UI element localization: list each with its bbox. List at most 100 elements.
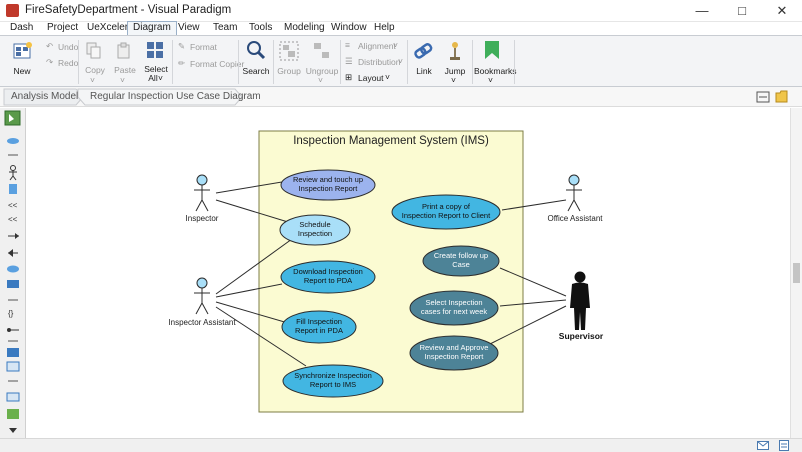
jump-icon bbox=[447, 41, 463, 64]
tab-modeling[interactable]: Modeling bbox=[284, 22, 325, 35]
use-case-synchronize-report[interactable]: Synchronize Inspection Report to IMS bbox=[282, 364, 384, 398]
actor-label: Inspector Assistant bbox=[168, 318, 236, 327]
tab-project[interactable]: Project bbox=[47, 22, 78, 35]
fit-diagram-icon[interactable] bbox=[756, 91, 770, 106]
svg-text:Synchronize Inspection: Synchronize Inspection bbox=[294, 371, 372, 380]
svg-text:Inspection Report: Inspection Report bbox=[299, 184, 359, 193]
svg-text:Create follow up: Create follow up bbox=[434, 251, 488, 260]
format-copier-button[interactable]: Format Copier bbox=[190, 59, 244, 69]
use-case-download-report[interactable]: Download Inspection Report to PDA bbox=[280, 260, 376, 294]
separator bbox=[340, 40, 341, 84]
tab-help[interactable]: Help bbox=[374, 22, 395, 35]
alignment-icon: ≡ bbox=[345, 40, 350, 50]
notes-icon[interactable] bbox=[779, 440, 790, 452]
distribution-icon: ☰ bbox=[345, 56, 353, 66]
alignment-button[interactable]: Alignment bbox=[358, 41, 396, 51]
actor-tool-icon[interactable] bbox=[9, 165, 17, 181]
actor-supervisor[interactable] bbox=[570, 271, 590, 331]
svg-text:Inspection: Inspection bbox=[298, 229, 332, 238]
use-case-select-cases[interactable]: Select Inspection cases for next week bbox=[409, 290, 499, 326]
tab-uexceler[interactable]: UeXceler bbox=[87, 22, 128, 35]
search-button[interactable]: Search bbox=[242, 66, 270, 76]
layout-button[interactable]: Layout bbox=[358, 73, 384, 83]
chevron-down-icon: ˅ bbox=[398, 56, 403, 66]
actor-inspector[interactable] bbox=[194, 174, 210, 212]
folder-icon[interactable] bbox=[775, 90, 789, 106]
minimize-button[interactable]: — bbox=[682, 0, 722, 22]
tab-team[interactable]: Team bbox=[213, 22, 237, 35]
chevron-down-icon: ˅ bbox=[90, 75, 95, 85]
svg-text:Report to PDA: Report to PDA bbox=[304, 276, 352, 285]
redo-button[interactable]: Redo bbox=[58, 58, 78, 68]
undo-button[interactable]: Undo bbox=[58, 42, 78, 52]
new-icon bbox=[13, 41, 33, 64]
distribution-button[interactable]: Distribution bbox=[358, 57, 401, 67]
tab-dash[interactable]: Dash bbox=[10, 22, 33, 35]
actor-inspector-assistant[interactable] bbox=[194, 277, 210, 315]
tab-window[interactable]: Window bbox=[331, 22, 367, 35]
svg-text:Print a copy of: Print a copy of bbox=[422, 202, 471, 211]
copy-button[interactable]: Copy bbox=[84, 65, 106, 75]
separator bbox=[273, 40, 274, 84]
tab-view[interactable]: View bbox=[178, 22, 200, 35]
use-case-review-approve[interactable]: Review and Approve Inspection Report bbox=[409, 335, 499, 371]
new-button[interactable]: New bbox=[10, 66, 34, 76]
use-case-schedule-inspection[interactable]: Schedule Inspection bbox=[279, 214, 351, 246]
business-use-case-tool-icon[interactable] bbox=[7, 265, 19, 273]
search-icon bbox=[246, 40, 266, 63]
image-tool-icon[interactable] bbox=[7, 409, 19, 419]
mail-icon[interactable] bbox=[757, 441, 769, 452]
tab-diagram[interactable]: Diagram bbox=[127, 21, 177, 36]
separator bbox=[238, 40, 239, 84]
format-button[interactable]: Format bbox=[190, 42, 217, 52]
ungroup-icon bbox=[312, 41, 332, 64]
include-tool-icon[interactable]: << bbox=[8, 201, 18, 210]
title-bar: FireSafetyDepartment - Visual Paradigm —… bbox=[0, 0, 802, 22]
breadcrumb-item-analysis-model[interactable]: Analysis Model bbox=[11, 91, 78, 102]
link-button[interactable]: Link bbox=[412, 66, 436, 76]
diagram-canvas[interactable]: Inspection Management System (IMS) Inspe… bbox=[26, 108, 790, 438]
boundary-tool-icon[interactable] bbox=[6, 361, 20, 372]
link-icon bbox=[414, 41, 434, 64]
menu-bar: Dash Project UeXceler Diagram View Team … bbox=[0, 21, 802, 36]
package-tool-icon[interactable] bbox=[7, 348, 19, 357]
breadcrumb-item-diagram[interactable]: Regular Inspection Use Case Diagram bbox=[90, 91, 261, 102]
scrollbar-thumb[interactable] bbox=[793, 263, 800, 283]
actor-office-assistant[interactable] bbox=[566, 174, 582, 212]
maximize-button[interactable]: □ bbox=[722, 0, 762, 22]
select-all-icon bbox=[146, 41, 164, 62]
chevron-down-icon: ˅ bbox=[385, 72, 390, 82]
actor-label: Supervisor bbox=[559, 331, 604, 341]
callout-tool-icon[interactable] bbox=[6, 392, 20, 402]
use-case-tool-icon[interactable] bbox=[7, 138, 19, 144]
chevron-down-icon: ˅ bbox=[488, 75, 493, 85]
tab-tools[interactable]: Tools bbox=[249, 22, 272, 35]
constraint-tool-icon[interactable]: {} bbox=[8, 309, 14, 318]
ribbon-toolbar: New ↶ Undo ↷ Redo Copy ˅ Paste ˅ Select … bbox=[0, 35, 802, 87]
separator bbox=[407, 40, 408, 84]
note-tool-icon[interactable] bbox=[9, 184, 17, 194]
separator bbox=[514, 40, 515, 84]
format-icon: ✎ bbox=[178, 41, 186, 51]
group-button[interactable]: Group bbox=[275, 66, 303, 76]
actor-label: Office Assistant bbox=[548, 214, 604, 223]
svg-text:Review and touch up: Review and touch up bbox=[293, 175, 363, 184]
use-case-fill-report[interactable]: Fill Inspection Report in PDA bbox=[281, 310, 357, 344]
extend-tool-icon[interactable]: << bbox=[8, 215, 18, 224]
chevron-down-icon: ˅ bbox=[120, 75, 125, 85]
use-case-review-touch-up[interactable]: Review and touch up Inspection Report bbox=[280, 169, 376, 201]
undo-icon: ↶ bbox=[46, 41, 54, 51]
separator bbox=[172, 40, 173, 84]
use-case-create-follow-up[interactable]: Create follow up Case bbox=[422, 245, 500, 277]
chevron-down-icon[interactable] bbox=[9, 428, 17, 433]
svg-text:Case: Case bbox=[452, 260, 470, 269]
close-button[interactable]: ✕ bbox=[762, 0, 802, 22]
use-case-print-report[interactable]: Print a copy of Inspection Report to Cli… bbox=[391, 194, 501, 230]
format-copier-icon: ✏ bbox=[178, 58, 186, 68]
vertical-scrollbar[interactable] bbox=[790, 108, 802, 438]
system-tool-icon[interactable] bbox=[7, 280, 19, 288]
chevron-down-icon: ˅ bbox=[158, 73, 163, 83]
bookmark-icon bbox=[484, 40, 500, 63]
paste-button[interactable]: Paste bbox=[114, 65, 136, 75]
layout-icon: ⊞ bbox=[345, 72, 353, 82]
